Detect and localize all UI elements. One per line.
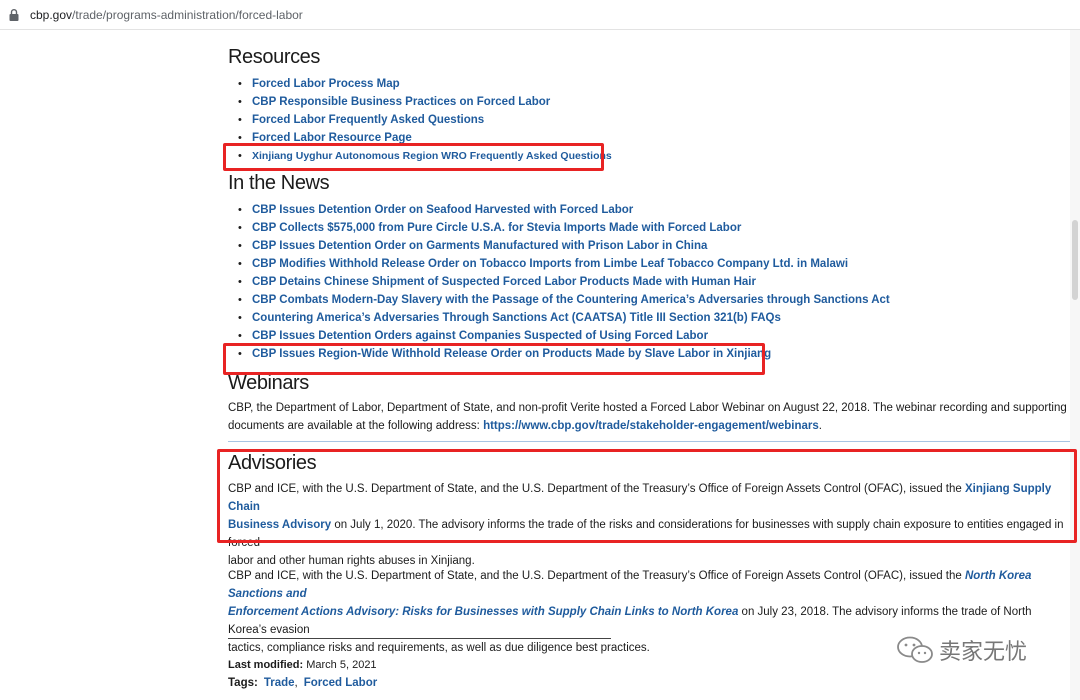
resource-link[interactable]: CBP Responsible Business Practices on Fo…: [252, 96, 550, 108]
webinars-link[interactable]: https://www.cbp.gov/trade/stakeholder-en…: [483, 420, 819, 432]
webinars-text-line2: documents are available at the following…: [228, 420, 484, 432]
scrollbar-thumb[interactable]: [1072, 220, 1078, 300]
list-item: Countering America’s Adversaries Through…: [238, 309, 890, 327]
last-modified: Last modified: March 5, 2021: [228, 659, 377, 671]
list-item: Forced Labor Frequently Asked Questions: [238, 111, 612, 129]
tag-link-trade[interactable]: Trade: [264, 677, 295, 689]
lock-icon: [9, 8, 19, 21]
news-list: CBP Issues Detention Order on Seafood Ha…: [238, 201, 890, 363]
list-item: CBP Detains Chinese Shipment of Suspecte…: [238, 273, 890, 291]
list-item: CBP Responsible Business Practices on Fo…: [238, 93, 612, 111]
address-bar[interactable]: cbp.gov/trade/programs-administration/fo…: [0, 0, 1080, 30]
list-item: CBP Issues Detention Order on Seafood Ha…: [238, 201, 890, 219]
advisory-text-fragment: tactics, compliance risks and requiremen…: [228, 642, 650, 654]
highlight-box-news: [223, 343, 765, 375]
list-item: CBP Issues Detention Order on Garments M…: [238, 237, 890, 255]
last-modified-value: March 5, 2021: [306, 659, 377, 671]
tags-label: Tags:: [228, 677, 258, 689]
url-domain: cbp.gov: [30, 7, 73, 22]
webinars-heading: Webinars: [228, 372, 309, 394]
list-item: CBP Combats Modern-Day Slavery with the …: [238, 291, 890, 309]
news-link[interactable]: CBP Combats Modern-Day Slavery with the …: [252, 294, 890, 306]
resource-link[interactable]: Forced Labor Frequently Asked Questions: [252, 114, 484, 126]
wechat-icon: [897, 636, 933, 663]
footer-divider: [228, 638, 611, 639]
webinars-text: CBP, the Department of Labor, Department…: [228, 399, 1073, 435]
news-link[interactable]: CBP Modifies Withhold Release Order on T…: [252, 258, 848, 270]
watermark: 卖家无忧: [895, 634, 1027, 666]
tags: Tags: Trade, Forced Labor: [228, 677, 377, 689]
resources-heading: Resources: [228, 46, 320, 68]
watermark-text: 卖家无忧: [939, 639, 1028, 664]
news-link[interactable]: CBP Issues Detention Order on Garments M…: [252, 240, 707, 252]
webinars-text-end: .: [818, 420, 822, 432]
url-text[interactable]: cbp.gov/trade/programs-administration/fo…: [30, 8, 303, 22]
tag-separator: ,: [294, 677, 298, 689]
news-link[interactable]: CBP Issues Detention Order on Seafood Ha…: [252, 204, 633, 216]
north-korea-advisory-link-cont[interactable]: Enforcement Actions Advisory: Risks for …: [228, 606, 738, 618]
news-heading: In the News: [228, 172, 330, 194]
news-link[interactable]: CBP Collects $575,000 from Pure Circle U…: [252, 222, 741, 234]
advisory-text-fragment: labor and other human rights abuses in X…: [228, 555, 475, 567]
webinars-text-line1: CBP, the Department of Labor, Department…: [228, 402, 1067, 414]
news-link[interactable]: Countering America’s Adversaries Through…: [252, 312, 781, 324]
list-item: Forced Labor Process Map: [238, 75, 612, 93]
list-item: CBP Modifies Withhold Release Order on T…: [238, 255, 890, 273]
divider: [228, 441, 1070, 442]
highlight-box-resources: [223, 143, 604, 171]
news-link[interactable]: CBP Issues Detention Orders against Comp…: [252, 330, 708, 342]
list-item: CBP Collects $575,000 from Pure Circle U…: [238, 219, 890, 237]
last-modified-label: Last modified:: [228, 659, 304, 671]
advisory-text-fragment: CBP and ICE, with the U.S. Department of…: [228, 570, 965, 582]
url-path: /trade/programs-administration/forced-la…: [72, 7, 303, 22]
highlight-box-advisories: [217, 449, 1077, 543]
resource-link[interactable]: Forced Labor Process Map: [252, 78, 400, 90]
news-link[interactable]: CBP Detains Chinese Shipment of Suspecte…: [252, 276, 756, 288]
tag-link-forced-labor[interactable]: Forced Labor: [304, 677, 377, 689]
